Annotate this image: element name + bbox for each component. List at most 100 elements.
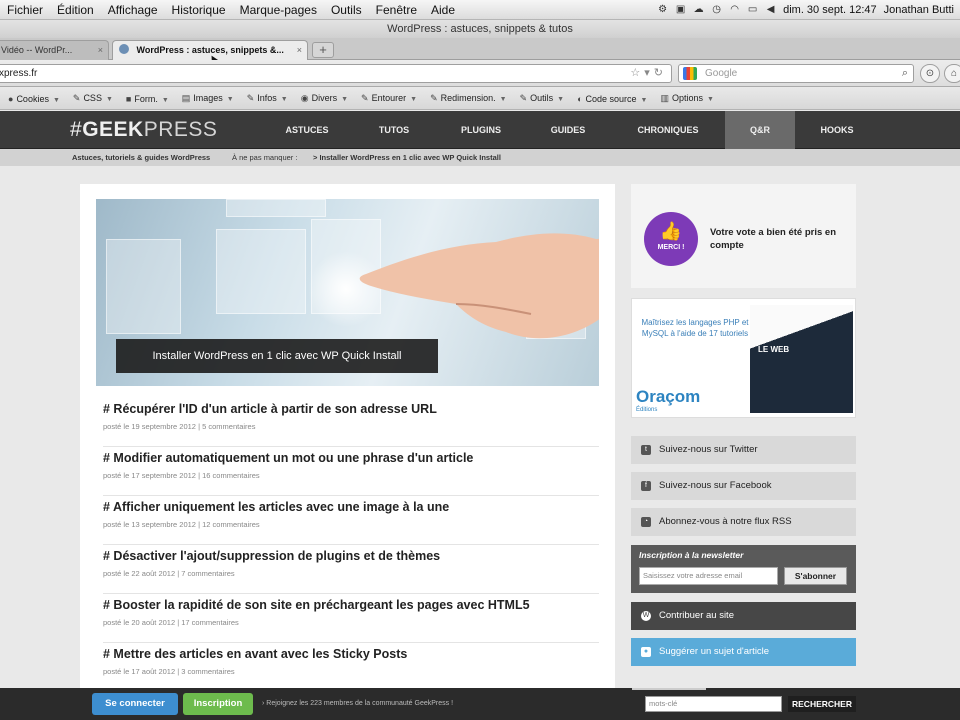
devbar-divers[interactable]: ◉ Divers ▼ xyxy=(293,93,353,104)
article-meta: posté le 20 août 2012 | 17 commentaires xyxy=(103,618,239,627)
menubar-user[interactable]: Jonathan Butti xyxy=(884,4,954,16)
menu-fichier[interactable]: Fichier xyxy=(0,3,50,17)
menu-affichage[interactable]: Affichage xyxy=(101,3,165,17)
hero-caption[interactable]: Installer WordPress en 1 clic avec WP Qu… xyxy=(116,339,438,373)
devbar-outils[interactable]: ✎ Outils ▼ xyxy=(512,93,570,104)
article-item[interactable]: # Désactiver l'ajout/suppression de plug… xyxy=(103,549,599,594)
article-title[interactable]: # Modifier automatiquement un mot ou une… xyxy=(103,451,599,465)
new-tab-button[interactable]: + xyxy=(312,42,334,58)
google-icon xyxy=(683,67,697,80)
web-developer-toolbar: ● Cookies ▼ ✎ CSS ▼ ■ Form. ▼ ▤ Images ▼ ✎ Infos ▼… xyxy=(0,88,960,110)
nav-guides[interactable]: GUIDES xyxy=(527,111,609,149)
clock-icon[interactable]: ◷ xyxy=(711,4,722,15)
login-button[interactable]: Se connecter xyxy=(92,693,178,715)
contribute-button[interactable]: W Contribuer au site xyxy=(631,602,856,630)
ad-brand: Oraçom xyxy=(636,387,701,406)
subscribe-button[interactable]: S'abonner xyxy=(784,567,847,585)
menu-outils[interactable]: Outils xyxy=(324,3,369,17)
cookie-icon: ● xyxy=(8,93,14,104)
article-meta: posté le 22 août 2012 | 7 commentaires xyxy=(103,569,235,578)
options-icon: ▥ xyxy=(660,93,669,103)
main-content: Installer WordPress en 1 clic avec WP Qu… xyxy=(80,184,615,692)
bookmark-star-icon[interactable]: ☆▾↻ xyxy=(630,65,667,82)
tab-strip: Vidéo -- WordPr... × WordPress : astuces… xyxy=(0,38,960,60)
pointing-hand-illustration xyxy=(308,233,599,339)
article-title[interactable]: # Booster la rapidité de son site en pré… xyxy=(103,598,599,612)
article-title[interactable]: # Récupérer l'ID d'un article à partir d… xyxy=(103,402,599,416)
ad-banner[interactable]: Maîtrisez les langages PHP et MySQL à l'… xyxy=(631,298,856,418)
article-item[interactable]: # Booster la rapidité de son site en pré… xyxy=(103,598,599,643)
sidebar: 👍 MERCI ! Votre vote a bien été pris en … xyxy=(631,184,856,688)
nav-astuces[interactable]: ASTUCES xyxy=(266,111,348,149)
facebook-button[interactable]: f Suivez-nous sur Facebook xyxy=(631,472,856,500)
menu-marque-pages[interactable]: Marque-pages xyxy=(233,3,324,17)
nav-chroniques[interactable]: CHRONIQUES xyxy=(620,111,716,149)
browser-navbar: xpress.fr ☆▾↻ Google ⌕ ⊙ ⌂ xyxy=(0,60,960,87)
window-title: WordPress : astuces, snippets & tutos xyxy=(0,20,960,38)
vote-badge-label: MERCI ! xyxy=(657,244,685,251)
menu-aide[interactable]: Aide xyxy=(424,3,462,17)
site-search-input[interactable]: mots-clé xyxy=(645,696,782,712)
rss-label: Abonnez-vous à notre flux RSS xyxy=(659,516,792,527)
browser-tab[interactable]: Vidéo -- WordPr... × xyxy=(0,40,109,60)
search-icon[interactable]: ⌕ xyxy=(902,65,908,82)
devbar-code-source[interactable]: ◐ Code source ▼ xyxy=(569,94,652,104)
site-header: #GEEKPRESS ASTUCES TUTOS PLUGINS GUIDES … xyxy=(0,111,960,149)
article-title[interactable]: # Désactiver l'ajout/suppression de plug… xyxy=(103,549,599,563)
mac-menubar: Fichier Édition Affichage Historique Mar… xyxy=(0,0,960,20)
ad-brand-sub: Éditions xyxy=(636,407,658,413)
url-field[interactable]: xpress.fr ☆▾↻ xyxy=(0,64,672,83)
devbar-css[interactable]: ✎ CSS ▼ xyxy=(65,93,118,104)
close-icon[interactable]: × xyxy=(98,41,103,59)
site-search-button[interactable]: RECHERCHER xyxy=(788,696,856,712)
nav-qr[interactable]: Q&R xyxy=(725,111,795,149)
devbar-redimension[interactable]: ✎ Redimension. ▼ xyxy=(422,93,512,104)
hero-image[interactable]: Installer WordPress en 1 clic avec WP Qu… xyxy=(96,199,599,386)
site-logo[interactable]: #GEEKPRESS xyxy=(70,118,217,142)
facebook-label: Suivez-nous sur Facebook xyxy=(659,480,772,491)
devbar-form[interactable]: ■ Form. ▼ xyxy=(118,94,174,104)
home-button[interactable]: ⌂ xyxy=(944,64,960,83)
devbar-cookies[interactable]: ● Cookies ▼ xyxy=(0,94,65,104)
vote-confirmation: Votre vote a bien été pris en compte xyxy=(710,227,837,251)
article-item[interactable]: # Récupérer l'ID d'un article à partir d… xyxy=(103,402,599,447)
suggest-button[interactable]: ● Suggérer un sujet d'article xyxy=(631,638,856,666)
ad-book-title: LE WEB xyxy=(758,345,790,354)
devbar-images[interactable]: ▤ Images ▼ xyxy=(174,93,239,104)
wifi-icon[interactable]: ◠ xyxy=(729,4,740,15)
nav-tutos[interactable]: TUTOS xyxy=(353,111,435,149)
search-input[interactable]: Google ⌕ xyxy=(678,64,914,83)
article-item[interactable]: # Modifier automatiquement un mot ou une… xyxy=(103,451,599,496)
search-placeholder: Google xyxy=(705,68,738,79)
newsletter-box: Inscription à la newsletter Saisissez vo… xyxy=(631,545,856,593)
volume-icon[interactable]: ◀ xyxy=(765,4,776,15)
twitter-button[interactable]: t Suivez-nous sur Twitter xyxy=(631,436,856,464)
menu-edition[interactable]: Édition xyxy=(50,3,101,17)
menubar-clock[interactable]: dim. 30 sept. 12:47 xyxy=(783,4,877,16)
cloud-icon[interactable]: ☁ xyxy=(693,4,704,15)
newsletter-email-field[interactable]: Saisissez votre adresse email xyxy=(639,567,778,585)
vote-badge[interactable]: 👍 MERCI ! xyxy=(644,212,698,266)
signup-button[interactable]: Inscription xyxy=(183,693,253,715)
gear-icon[interactable]: ⚙ xyxy=(657,4,668,15)
battery-icon[interactable]: ▭ xyxy=(747,4,758,15)
nav-hooks[interactable]: HOOKS xyxy=(800,111,874,149)
rss-button[interactable]: ◔ Abonnez-vous à notre flux RSS xyxy=(631,508,856,536)
devbar-infos[interactable]: ✎ Infos ▼ xyxy=(239,93,293,104)
breadcrumb-link[interactable]: > Installer WordPress en 1 clic avec WP … xyxy=(313,149,501,166)
menu-fenetre[interactable]: Fenêtre xyxy=(369,3,424,17)
article-title[interactable]: # Mettre des articles en avant avec les … xyxy=(103,647,599,661)
article-item[interactable]: # Mettre des articles en avant avec les … xyxy=(103,647,599,692)
close-icon[interactable]: × xyxy=(297,41,302,59)
article-title[interactable]: # Afficher uniquement les articles avec … xyxy=(103,500,599,514)
pencil-icon: ✎ xyxy=(72,93,81,103)
article-item[interactable]: # Afficher uniquement les articles avec … xyxy=(103,500,599,545)
downloads-button[interactable]: ⊙ xyxy=(920,64,940,83)
nav-plugins[interactable]: PLUGINS xyxy=(440,111,522,149)
menu-historique[interactable]: Historique xyxy=(165,3,233,17)
devbar-entourer[interactable]: ✎ Entourer ▼ xyxy=(353,93,422,104)
devbar-options[interactable]: ▥ Options ▼ xyxy=(652,93,718,104)
hero-tile xyxy=(106,239,181,334)
favicon-icon xyxy=(119,44,129,54)
lock-icon[interactable]: ▣ xyxy=(675,4,686,15)
